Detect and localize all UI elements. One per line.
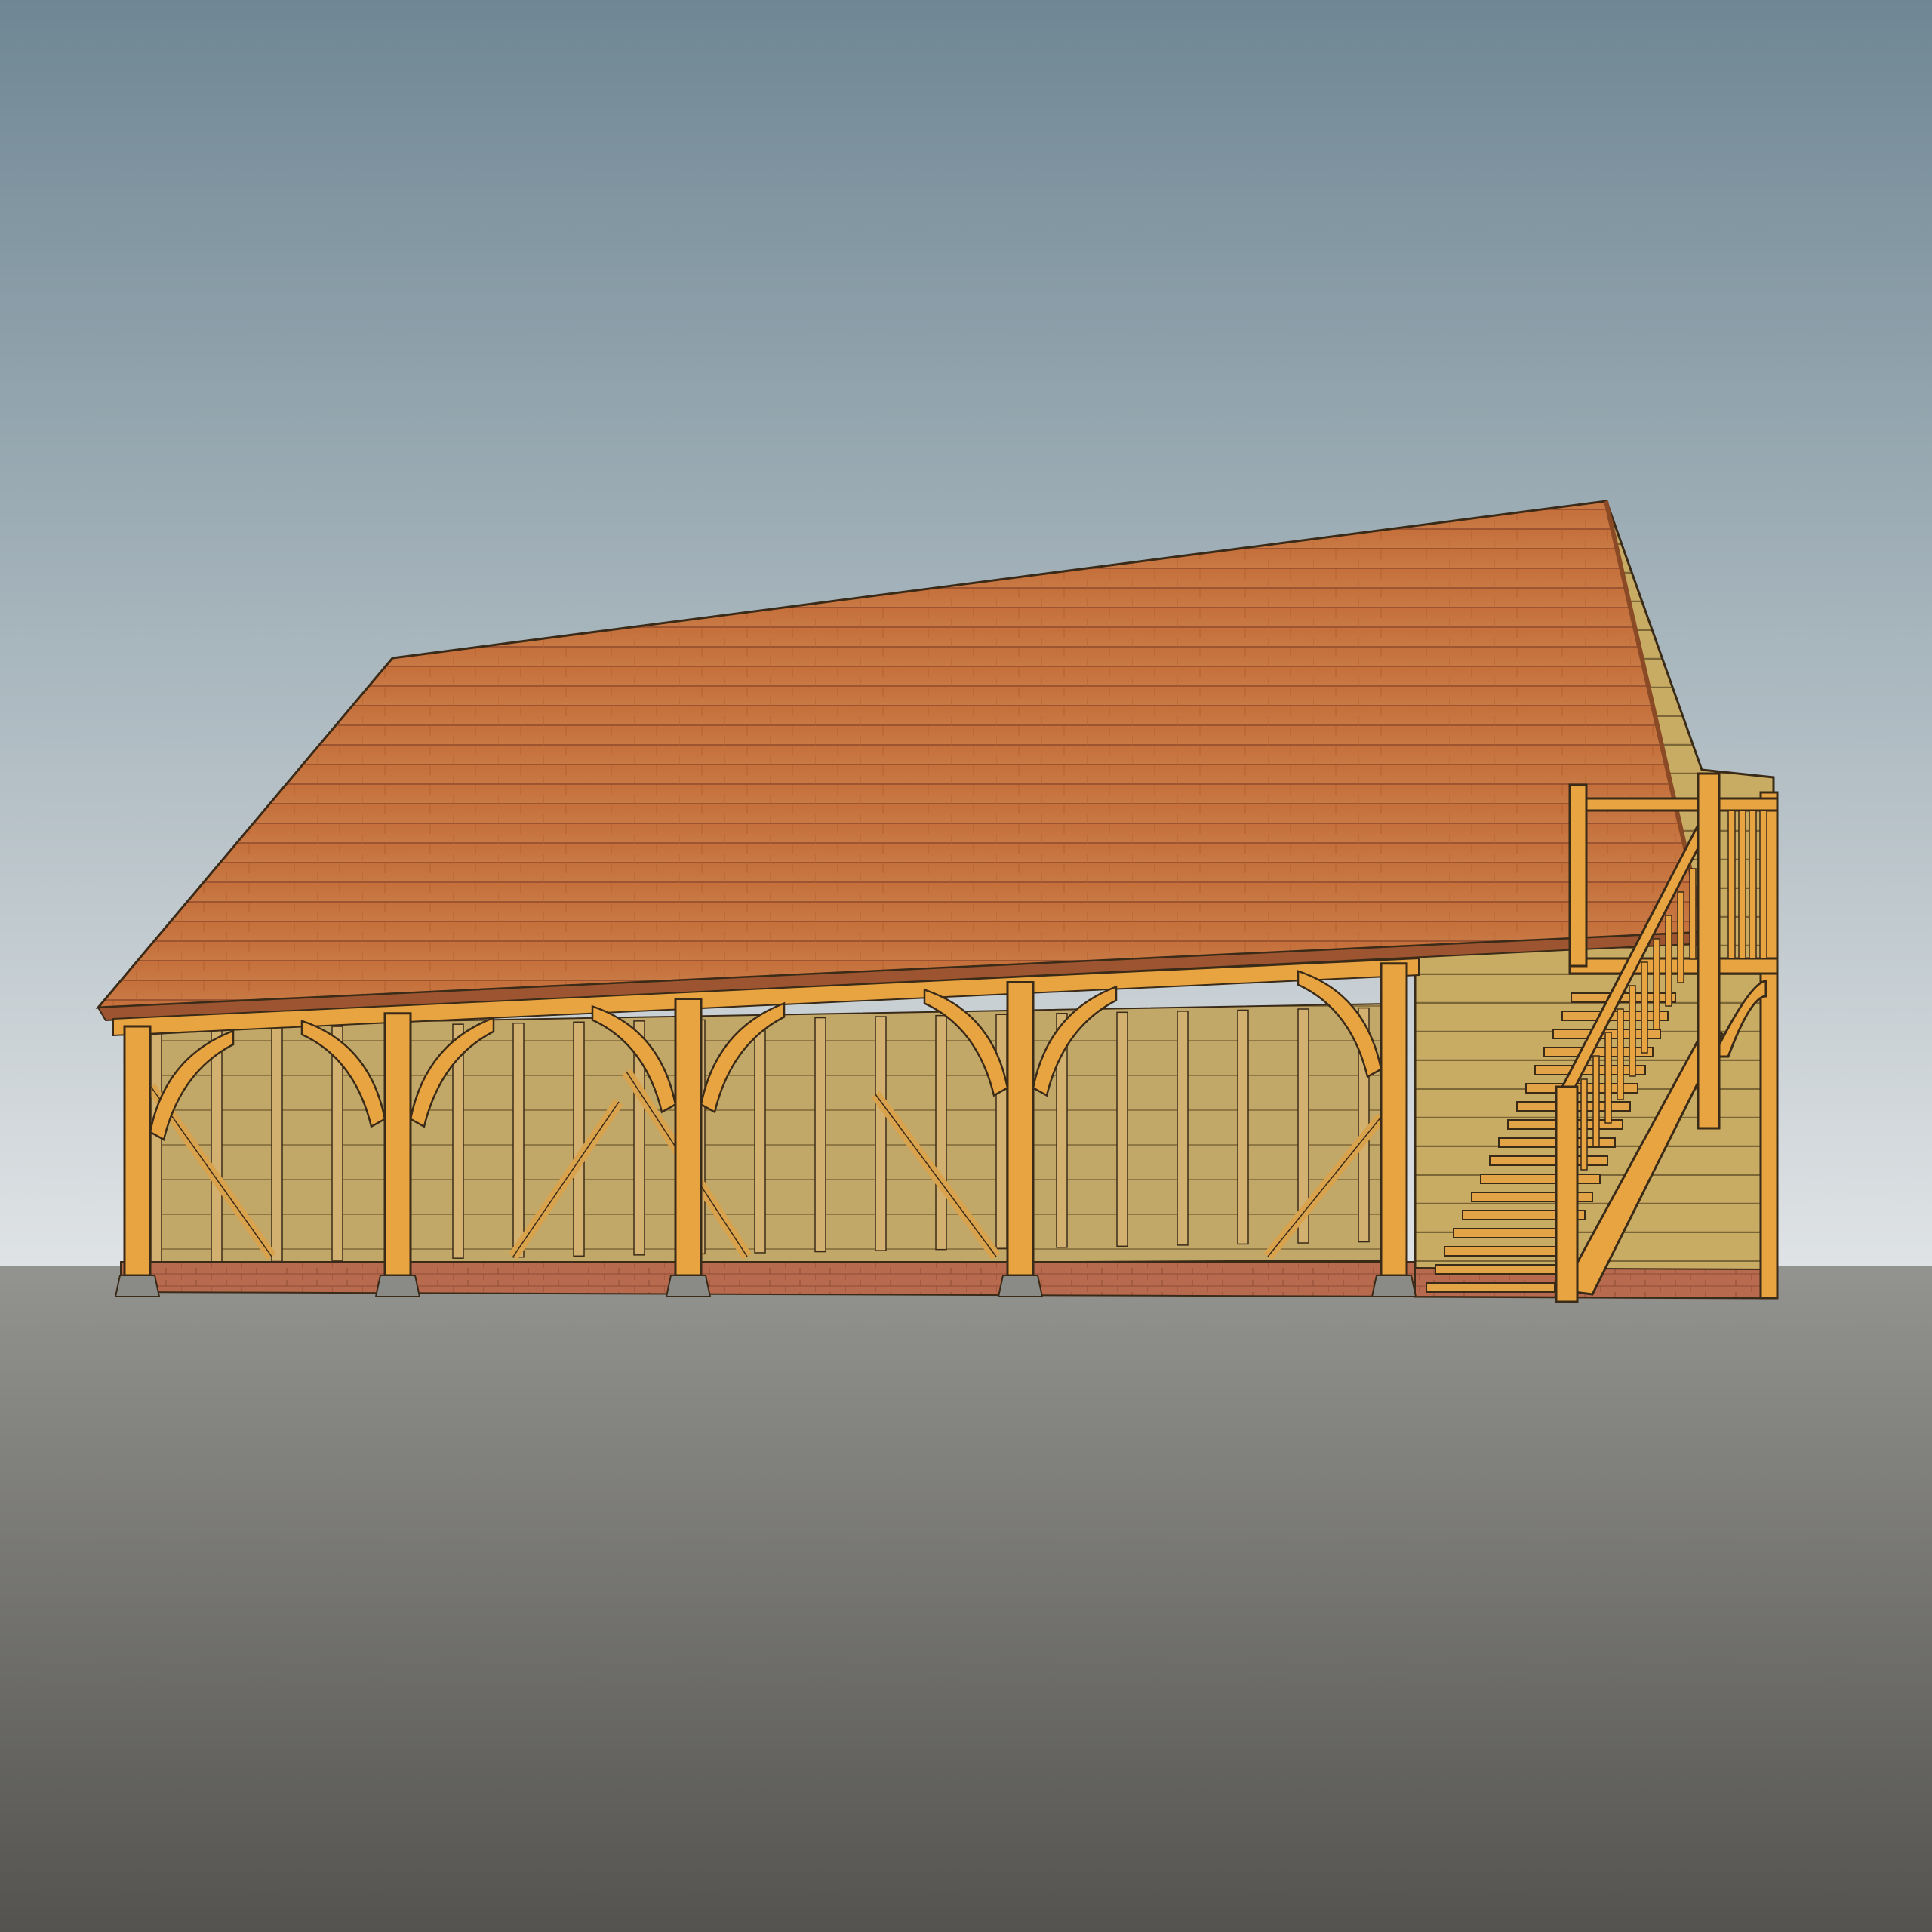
stair-baluster bbox=[1580, 1078, 1588, 1171]
wall-stud bbox=[995, 1014, 1008, 1249]
stair-baluster bbox=[1677, 891, 1684, 983]
front-post bbox=[1380, 962, 1408, 1277]
stair-tread bbox=[1480, 1174, 1601, 1184]
balcony-baluster bbox=[1738, 810, 1746, 959]
wall-stud bbox=[935, 1014, 947, 1251]
stair-tread bbox=[1435, 1264, 1563, 1275]
padstone bbox=[997, 1275, 1044, 1297]
balcony-baluster bbox=[1759, 810, 1767, 959]
stair-baluster bbox=[1629, 985, 1636, 1077]
stair-tread bbox=[1561, 1011, 1669, 1021]
padstone bbox=[374, 1275, 421, 1297]
front-post bbox=[674, 998, 703, 1277]
stair-newel-post-bottom bbox=[1555, 1085, 1579, 1303]
render-viewport bbox=[0, 0, 1932, 1932]
balcony-baluster bbox=[1727, 810, 1736, 959]
stair-baluster bbox=[1665, 915, 1672, 1007]
wall-stud bbox=[1116, 1011, 1128, 1247]
stair-baluster bbox=[1689, 868, 1697, 960]
stair-tread bbox=[1489, 1155, 1608, 1166]
garage-scene bbox=[0, 0, 1932, 1932]
brick-plinth bbox=[120, 1261, 1420, 1298]
wall-stud bbox=[271, 1026, 283, 1263]
balcony-baluster bbox=[1749, 810, 1757, 959]
stair-tread bbox=[1444, 1246, 1571, 1257]
wall-stud bbox=[875, 1016, 887, 1251]
stair-tread bbox=[1426, 1282, 1555, 1293]
balcony-floor-beam bbox=[1568, 957, 1779, 975]
wall-stud bbox=[573, 1021, 585, 1257]
stair-tread bbox=[1534, 1065, 1646, 1075]
balcony-top-rail bbox=[1568, 797, 1779, 812]
wall-stud bbox=[211, 1028, 223, 1263]
padstone bbox=[665, 1275, 712, 1297]
stair-baluster bbox=[1653, 938, 1660, 1030]
wall-stud bbox=[754, 1018, 766, 1254]
stair-tread bbox=[1543, 1047, 1654, 1057]
stair-newel-post-top bbox=[1697, 772, 1721, 1130]
wall-stud bbox=[150, 1029, 162, 1265]
stair-baluster bbox=[1617, 1008, 1624, 1100]
front-post bbox=[383, 1012, 412, 1277]
padstone bbox=[1371, 1275, 1417, 1297]
padstone bbox=[114, 1275, 161, 1297]
wall-stud bbox=[1237, 1009, 1249, 1245]
front-post bbox=[123, 1025, 152, 1277]
wall-stud bbox=[814, 1017, 826, 1253]
front-post bbox=[1006, 981, 1035, 1277]
landing-post bbox=[1568, 783, 1588, 968]
stair-baluster bbox=[1641, 961, 1648, 1054]
wall-stud bbox=[1177, 1011, 1189, 1246]
stair-baluster bbox=[1592, 1055, 1600, 1147]
wall-stud bbox=[512, 1022, 525, 1258]
stair-baluster bbox=[1604, 1032, 1612, 1124]
ground-plane bbox=[0, 1266, 1932, 1932]
